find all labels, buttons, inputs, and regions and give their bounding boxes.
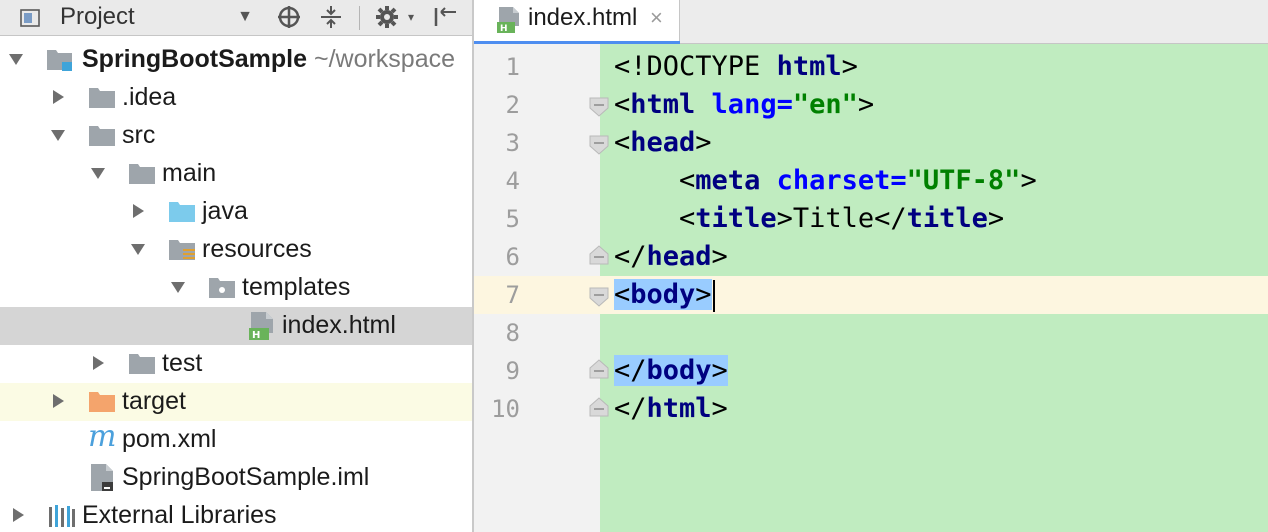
tree-item-label: SpringBootSample.iml xyxy=(122,463,370,491)
package-folder-icon xyxy=(209,278,235,298)
code-line-9: </body> xyxy=(614,352,728,390)
project-panel-title[interactable]: Project xyxy=(60,4,135,30)
line-number: 1 xyxy=(505,53,520,81)
collapsed-arrow-icon[interactable] xyxy=(88,353,108,373)
code-line-3: <head> xyxy=(614,127,712,158)
tree-item-label: main xyxy=(162,159,217,187)
folder-icon xyxy=(129,164,155,184)
close-icon[interactable]: × xyxy=(650,6,663,30)
code-line-2: <html lang="en"> xyxy=(614,89,875,120)
tree-item-index-html[interactable]: H index.html xyxy=(0,307,472,345)
editor-tab-bar: H index.html × xyxy=(474,0,1268,45)
code-line-4: <meta charset="UTF-8"> xyxy=(679,165,1037,196)
expanded-arrow-icon[interactable] xyxy=(6,49,26,69)
expanded-arrow-icon[interactable] xyxy=(128,239,148,259)
tree-item-java[interactable]: java xyxy=(0,193,472,231)
collapsed-arrow-icon[interactable] xyxy=(48,87,68,107)
collapsed-arrow-icon[interactable] xyxy=(128,201,148,221)
code-line-7: <body> xyxy=(614,276,715,314)
collapsed-arrow-icon[interactable] xyxy=(48,391,68,411)
tree-item-label: pom.xml xyxy=(122,425,217,453)
fold-close-icon[interactable] xyxy=(588,396,610,418)
svg-text:H: H xyxy=(500,24,508,34)
code-line-6: </head> xyxy=(614,241,728,272)
source-folder-icon xyxy=(169,202,195,222)
code-line-1: <!DOCTYPE html> xyxy=(614,51,858,82)
tree-item-templates[interactable]: templates xyxy=(0,269,472,307)
tab-label: index.html xyxy=(528,4,638,31)
text-caret xyxy=(712,279,715,312)
gear-dropdown-icon[interactable]: ▾ xyxy=(398,4,424,30)
folder-icon xyxy=(89,126,115,146)
brace-match-highlight: </body> xyxy=(614,355,728,386)
line-number: 4 xyxy=(505,167,520,195)
target-icon[interactable] xyxy=(276,4,302,30)
tree-item-src[interactable]: src xyxy=(0,117,472,155)
html-file-icon: H xyxy=(497,7,519,34)
html-file-icon: H xyxy=(249,312,273,341)
expanded-arrow-icon[interactable] xyxy=(48,125,68,145)
tree-item-test[interactable]: test xyxy=(0,345,472,383)
code-line-5: <title>Title</title> xyxy=(679,203,1005,234)
tree-item-label: java xyxy=(202,197,248,225)
tree-item-label: templates xyxy=(242,273,351,301)
expanded-arrow-icon[interactable] xyxy=(168,277,188,297)
tab-index-html[interactable]: H index.html × xyxy=(474,0,680,45)
maven-icon: m xyxy=(88,419,117,454)
excluded-folder-icon xyxy=(89,392,115,412)
collapse-all-icon[interactable] xyxy=(318,4,344,30)
tree-item-label: resources xyxy=(202,235,312,263)
gear-icon[interactable] xyxy=(374,4,400,30)
fold-open-icon[interactable] xyxy=(588,134,610,156)
line-number: 2 xyxy=(505,91,520,119)
tree-item-label: index.html xyxy=(282,311,396,339)
tree-item-main[interactable]: main xyxy=(0,155,472,193)
tree-item-label: src xyxy=(122,121,156,149)
dropdown-icon[interactable]: ▼ xyxy=(232,4,258,30)
hide-panel-icon[interactable] xyxy=(432,4,458,30)
folder-icon xyxy=(89,88,115,108)
tree-item-springbootsample[interactable]: SpringBootSample ~/workspace xyxy=(0,41,472,79)
fold-open-icon[interactable] xyxy=(588,286,610,308)
code-line-10: </html> xyxy=(614,393,728,424)
tree-item-label: test xyxy=(162,349,203,377)
resources-folder-icon xyxy=(169,240,195,260)
tree-item-label: target xyxy=(122,387,186,415)
collapsed-arrow-icon[interactable] xyxy=(8,505,28,525)
tree-item-label: SpringBootSample ~/workspace xyxy=(82,45,456,73)
tree-item-idea[interactable]: .idea xyxy=(0,79,472,117)
svg-text:H: H xyxy=(252,330,260,341)
tree-item-resources[interactable]: resources xyxy=(0,231,472,269)
line-number: 8 xyxy=(505,319,520,347)
header-separator xyxy=(359,6,360,30)
line-number: 5 xyxy=(505,205,520,233)
tree-item-label: .idea xyxy=(122,83,177,111)
project-view-icon[interactable] xyxy=(20,8,40,28)
line-number: 9 xyxy=(505,357,520,385)
folder-icon xyxy=(129,354,155,374)
line-number: 10 xyxy=(491,395,520,423)
editor: H index.html × 1 2 3 4 5 6 7 8 9 10 <!DO… xyxy=(474,0,1268,532)
expanded-arrow-icon[interactable] xyxy=(88,163,108,183)
tree-item-pom-xml[interactable]: m pom.xml xyxy=(0,421,472,459)
tree-item-external-libraries[interactable]: External Libraries xyxy=(0,497,472,532)
fold-open-icon[interactable] xyxy=(588,96,610,118)
fold-close-icon[interactable] xyxy=(588,244,610,266)
tree-item-iml[interactable]: SpringBootSample.iml xyxy=(0,459,472,497)
project-panel-header: Project ▼ ▾ xyxy=(0,0,472,36)
line-number: 3 xyxy=(505,129,520,157)
line-number: 7 xyxy=(505,281,520,309)
tree-item-label: External Libraries xyxy=(82,501,277,529)
tree-item-target[interactable]: target xyxy=(0,383,472,421)
iml-file-icon xyxy=(91,464,113,491)
brace-match-highlight: <body> xyxy=(614,279,712,310)
libraries-icon xyxy=(49,505,75,527)
fold-close-icon[interactable] xyxy=(588,358,610,380)
project-panel: Project ▼ ▾ SpringBootSample ~/workspace… xyxy=(0,0,472,532)
module-folder-icon xyxy=(47,50,72,71)
line-number: 6 xyxy=(505,243,520,271)
